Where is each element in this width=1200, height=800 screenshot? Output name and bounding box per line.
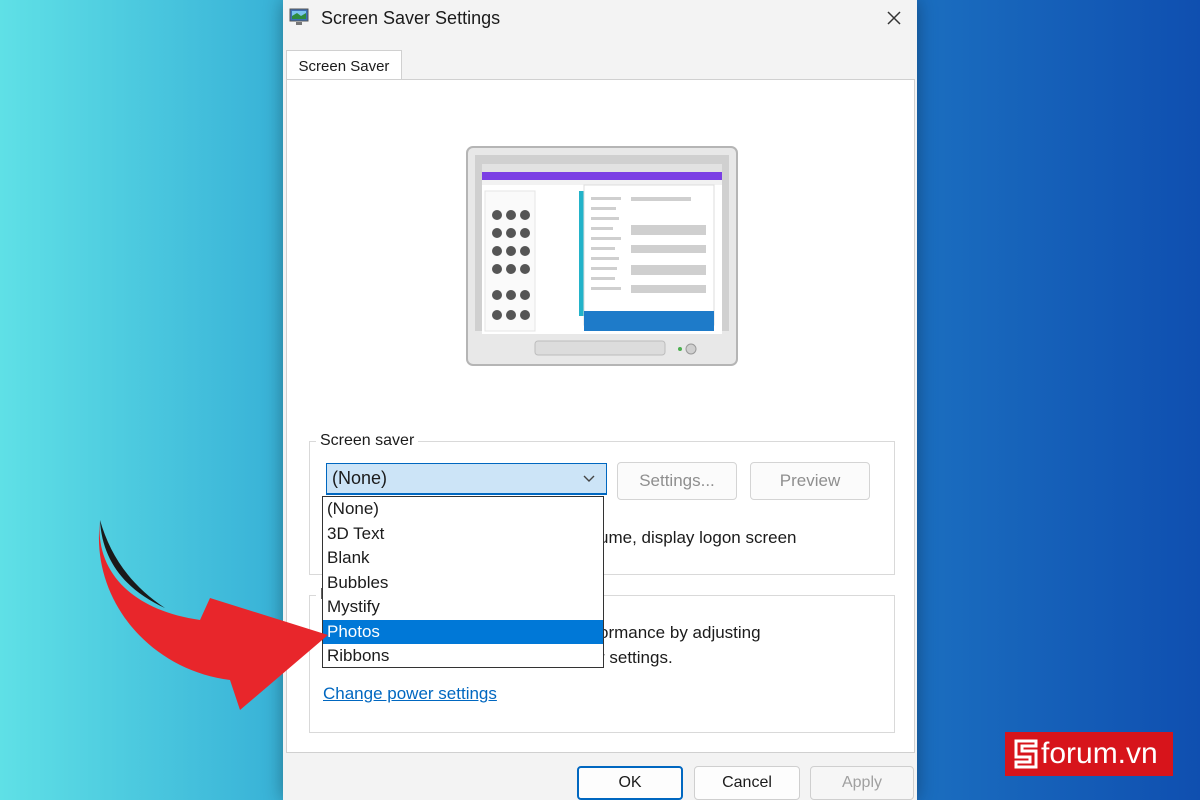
watermark-text: forum.vn — [1041, 737, 1158, 770]
dropdown-option-3d-text[interactable]: 3D Text — [323, 522, 603, 547]
sforum-s-icon — [1014, 739, 1038, 769]
tab-screen-saver[interactable]: Screen Saver — [286, 50, 402, 81]
cancel-button[interactable]: Cancel — [694, 766, 800, 800]
logon-screen-text: ume, display logon screen — [599, 528, 797, 547]
close-button[interactable] — [877, 2, 911, 34]
dropdown-option-photos[interactable]: Photos — [323, 619, 603, 644]
sforum-logo: forum.vn — [1005, 732, 1173, 776]
red-arrow-pointer — [98, 520, 328, 710]
screen-saver-dropdown-list: (None) 3D Text Blank Bubbles Mystify Pho… — [322, 496, 604, 668]
change-power-settings-link[interactable]: Change power settings — [323, 684, 497, 704]
dropdown-option-mystify[interactable]: Mystify — [323, 595, 603, 620]
power-description-line1: ormance by adjusting — [599, 623, 761, 642]
preview-button[interactable]: Preview — [750, 462, 870, 500]
monitor-preview — [466, 146, 738, 366]
settings-button[interactable]: Settings... — [617, 462, 737, 500]
dropdown-option-blank[interactable]: Blank — [323, 546, 603, 571]
ok-button[interactable]: OK — [577, 766, 683, 800]
screen-saver-group-label: Screen saver — [316, 432, 419, 450]
chevron-down-icon — [583, 475, 595, 482]
screen-saver-selected-value: (None) — [332, 468, 388, 488]
apply-button[interactable]: Apply — [810, 766, 914, 800]
dropdown-option-none[interactable]: (None) — [323, 497, 603, 522]
close-icon — [887, 11, 901, 25]
power-description-line2: r settings. — [599, 648, 673, 667]
dropdown-option-bubbles[interactable]: Bubbles — [323, 571, 603, 596]
dropdown-option-ribbons[interactable]: Ribbons — [323, 644, 603, 669]
screen-saver-dialog: Screen Saver Settings Screen Saver Scree… — [283, 0, 917, 800]
window-title: Screen Saver Settings — [321, 8, 501, 28]
screen-saver-app-icon — [289, 8, 309, 25]
title-bar: Screen Saver Settings — [283, 0, 917, 38]
screen-saver-select[interactable]: (None) — [326, 463, 607, 495]
